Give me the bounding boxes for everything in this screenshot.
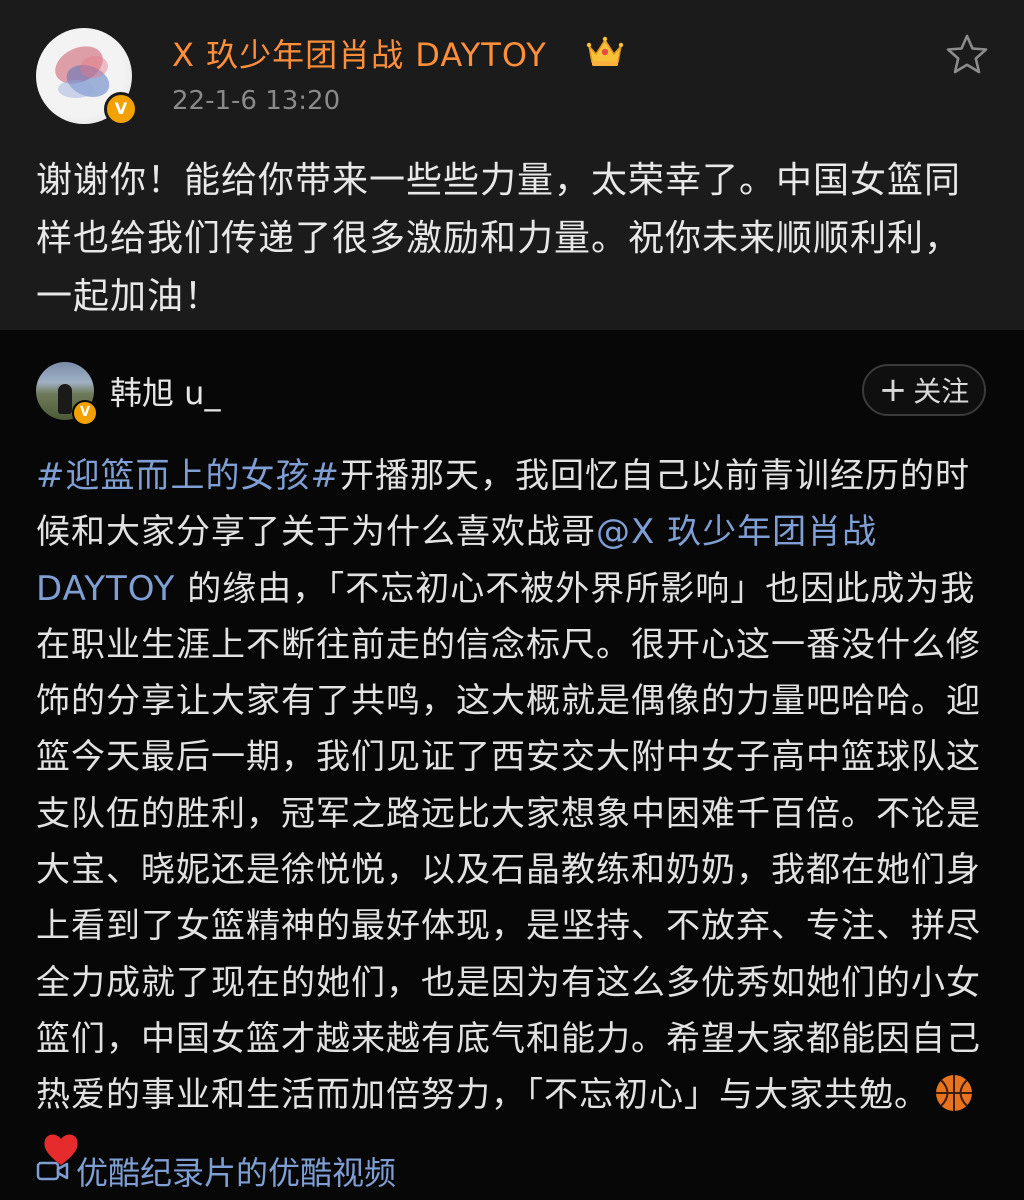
follow-label: 关注: [913, 375, 970, 408]
post-timestamp: 22-1-6 13:20: [172, 86, 341, 116]
video-link-label[interactable]: 优酷纪录片的优酷视频: [76, 1148, 396, 1194]
crown-icon: [586, 36, 624, 66]
original-post-content: #迎篮而上的女孩#开播那天，我回忆自己以前青训经历的时候和大家分享了关于为什么喜…: [36, 448, 988, 1180]
author-name[interactable]: X 玖少年团肖战 DAYTOY: [172, 30, 547, 76]
plus-icon: +: [878, 370, 908, 410]
follow-button[interactable]: + 关注: [862, 364, 986, 416]
post-text-part-2: 的缘由，「不忘初心不被外界所影响」也因此成为我在职业生涯上不断往前走的信念标尺。…: [36, 568, 981, 1116]
hashtag-link[interactable]: #迎篮而上的女孩#: [36, 456, 340, 496]
reply-content: 谢谢你！能给你带来一些些力量，太荣幸了。中国女篮同样也给我们传递了很多激励和力量…: [36, 160, 962, 317]
original-author-name[interactable]: 韩旭 u_: [110, 368, 220, 414]
verified-badge: V: [104, 92, 138, 126]
video-icon: [36, 1161, 69, 1181]
basketball-emoji: [936, 1074, 972, 1111]
star-icon[interactable]: [942, 30, 992, 80]
video-link[interactable]: 优酷纪录片的优酷视频: [36, 1148, 396, 1194]
verified-badge-original: V: [72, 400, 98, 426]
reply-card: V X 玖少年团肖战 DAYTOY 22-1-6 13:20 谢谢你！能给你带来…: [0, 0, 1024, 330]
